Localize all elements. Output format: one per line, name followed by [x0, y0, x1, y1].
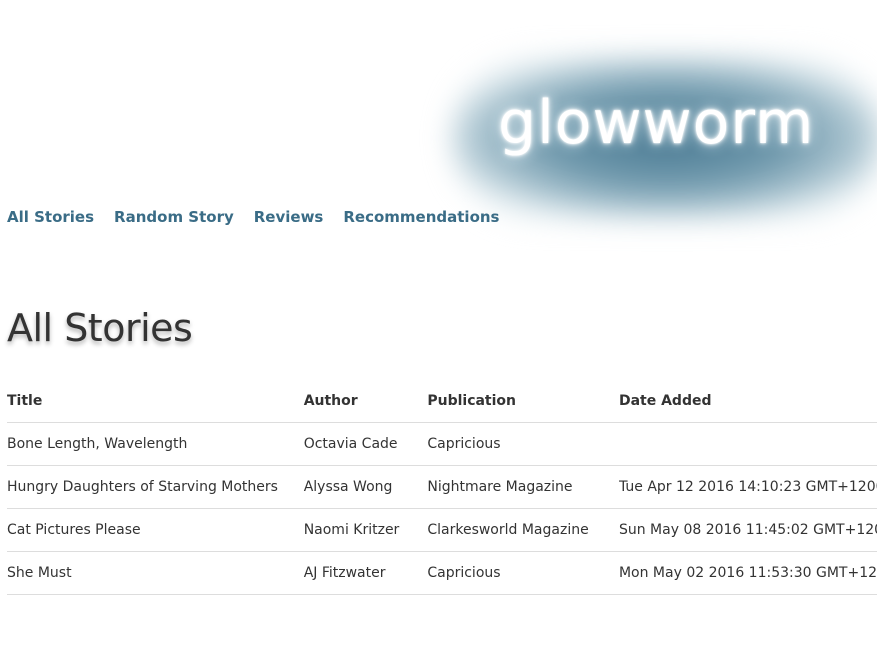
story-publication-cell: Clarkesworld Magazine: [427, 508, 619, 552]
story-author-cell: Octavia Cade: [303, 422, 428, 466]
story-date-cell: [618, 422, 877, 466]
table-row[interactable]: Cat Pictures Please Naomi Kritzer Clarke…: [7, 508, 877, 552]
story-publication-cell: Capricious: [427, 422, 619, 466]
story-title-cell: She Must: [7, 551, 304, 595]
story-publication-cell: Nightmare Magazine: [427, 465, 619, 509]
story-date-cell: Mon May 02 2016 11:53:30 GMT+1200 (: [618, 551, 877, 595]
nav-reviews[interactable]: Reviews: [254, 208, 324, 226]
story-date-text: Mon May 02 2016 11:53:30 GMT+1200 (: [618, 565, 877, 581]
main-nav: All Stories Random Story Reviews Recomme…: [7, 208, 499, 226]
story-author-cell: Alyssa Wong: [303, 465, 428, 509]
story-title-link[interactable]: Bone Length, Wavelength: [7, 436, 187, 452]
site-logo[interactable]: glowworm: [498, 88, 814, 158]
story-date-text: Sun May 08 2016 11:45:02 GMT+1200 (: [618, 522, 877, 538]
story-date-cell: Tue Apr 12 2016 14:10:23 GMT+1200 (N: [618, 465, 877, 509]
column-header-author[interactable]: Author: [303, 379, 428, 423]
table-row[interactable]: Bone Length, Wavelength Octavia Cade Cap…: [7, 422, 877, 466]
story-title-cell: Bone Length, Wavelength: [7, 422, 304, 466]
story-title-cell: Hungry Daughters of Starving Mothers: [7, 465, 304, 509]
column-header-publication[interactable]: Publication: [427, 379, 619, 423]
nav-all-stories[interactable]: All Stories: [7, 208, 94, 226]
nav-random-story[interactable]: Random Story: [114, 208, 234, 226]
page: glowworm All Stories Random Story Review…: [0, 0, 877, 658]
story-date-text: Tue Apr 12 2016 14:10:23 GMT+1200 (N: [618, 479, 877, 495]
column-header-title[interactable]: Title: [7, 379, 304, 423]
table-row[interactable]: Hungry Daughters of Starving Mothers Aly…: [7, 465, 877, 509]
column-header-date-added[interactable]: Date Added: [618, 379, 877, 423]
story-title-link[interactable]: Cat Pictures Please: [7, 522, 141, 538]
nav-recommendations[interactable]: Recommendations: [343, 208, 499, 226]
stories-table: Title Author Publication Date Added Bone…: [7, 379, 877, 595]
story-publication-cell: Capricious: [427, 551, 619, 595]
story-title-cell: Cat Pictures Please: [7, 508, 304, 552]
story-author-cell: Naomi Kritzer: [303, 508, 428, 552]
story-date-cell: Sun May 08 2016 11:45:02 GMT+1200 (: [618, 508, 877, 552]
story-author-cell: AJ Fitzwater: [303, 551, 428, 595]
story-title-link[interactable]: Hungry Daughters of Starving Mothers: [7, 479, 278, 495]
page-title: All Stories: [7, 306, 193, 350]
table-row[interactable]: She Must AJ Fitzwater Capricious Mon May…: [7, 551, 877, 595]
table-header-row: Title Author Publication Date Added: [7, 379, 877, 423]
story-title-link[interactable]: She Must: [7, 565, 72, 581]
